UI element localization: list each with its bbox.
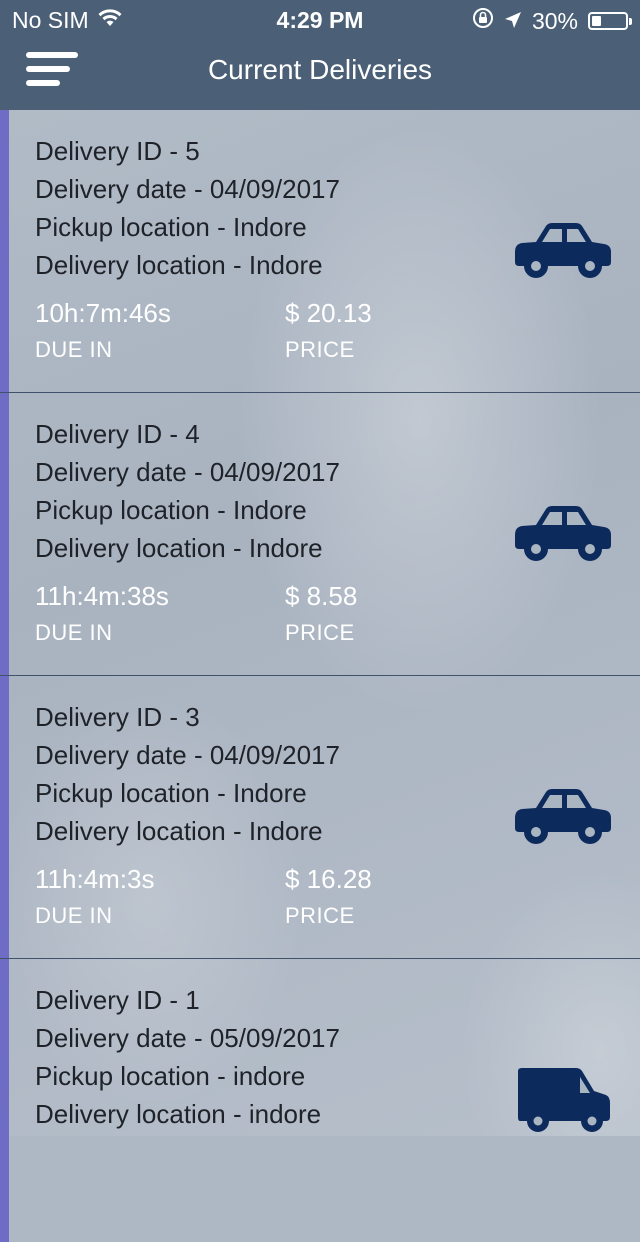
delivery-location: Delivery location - indore [35, 1099, 322, 1129]
selection-indicator [0, 393, 9, 675]
selection-indicator [0, 110, 9, 392]
battery-percent: 30% [531, 7, 578, 34]
price-metric: $ 8.58 PRICE [285, 581, 357, 646]
delivery-date: Delivery date - 05/09/2017 [35, 1023, 340, 1053]
status-bar: No SIM 4:29 PM 30% [0, 0, 640, 40]
price-value: $ 20.13 [285, 298, 372, 328]
delivery-card[interactable]: Delivery ID - 4 Delivery date - 04/09/20… [0, 393, 640, 676]
navigation-bar: Current Deliveries [0, 40, 640, 110]
due-in-value: 10h:7m:46s [35, 298, 171, 328]
page-title: Current Deliveries [207, 54, 433, 85]
due-in-label: DUE IN [35, 903, 113, 928]
price-value: $ 16.28 [285, 864, 372, 894]
price-metric: $ 16.28 PRICE [285, 864, 372, 929]
due-in-metric: 11h:4m:38s DUE IN [35, 581, 169, 646]
location-arrow-icon [504, 8, 522, 35]
delivery-date: Delivery date - 04/09/2017 [35, 457, 340, 487]
van-icon [518, 1068, 610, 1132]
price-value: $ 8.58 [285, 581, 358, 611]
delivery-card[interactable]: Delivery ID - 3 Delivery date - 04/09/20… [0, 676, 640, 959]
pickup-location: Pickup location - Indore [35, 778, 307, 808]
delivery-location: Delivery location - Indore [35, 250, 323, 280]
pickup-location: Pickup location - indore [35, 1061, 306, 1091]
car-icon [515, 223, 611, 278]
due-in-metric: 10h:7m:46s DUE IN [35, 298, 171, 363]
delivery-date: Delivery date - 04/09/2017 [35, 174, 340, 204]
due-in-value: 11h:4m:3s [35, 864, 155, 894]
due-in-value: 11h:4m:38s [35, 581, 169, 611]
delivery-id: Delivery ID - 5 [35, 136, 200, 166]
price-label: PRICE [285, 620, 355, 645]
delivery-id: Delivery ID - 3 [35, 702, 200, 732]
delivery-location: Delivery location - Indore [35, 816, 323, 846]
delivery-id: Delivery ID - 1 [35, 985, 200, 1015]
battery-icon [588, 12, 632, 30]
delivery-date: Delivery date - 04/09/2017 [35, 740, 340, 770]
car-icon [515, 789, 611, 844]
price-label: PRICE [285, 337, 355, 362]
price-metric: $ 20.13 PRICE [285, 298, 372, 363]
pickup-location: Pickup location - Indore [35, 495, 307, 525]
due-in-metric: 11h:4m:3s DUE IN [35, 864, 154, 929]
due-in-label: DUE IN [35, 620, 113, 645]
delivery-card[interactable]: Delivery ID - 1 Delivery date - 05/09/20… [0, 959, 640, 1242]
selection-indicator [0, 676, 9, 958]
due-in-label: DUE IN [35, 337, 113, 362]
status-icons: 30% [472, 7, 632, 35]
orientation-lock-icon [472, 7, 494, 35]
price-label: PRICE [285, 903, 355, 928]
delivery-id: Delivery ID - 4 [35, 419, 200, 449]
selection-indicator [0, 959, 9, 1242]
delivery-location: Delivery location - Indore [35, 533, 323, 563]
pickup-location: Pickup location - Indore [35, 212, 307, 242]
delivery-card[interactable]: Delivery ID - 5 Delivery date - 04/09/20… [0, 110, 640, 393]
car-icon [515, 506, 611, 561]
delivery-list[interactable]: Delivery ID - 5 Delivery date - 04/09/20… [0, 110, 640, 1242]
